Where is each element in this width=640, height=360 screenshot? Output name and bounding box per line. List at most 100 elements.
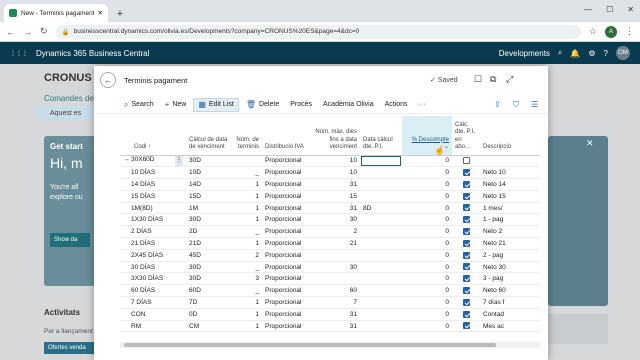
cell-calc-discount-credit[interactable]	[452, 225, 480, 239]
cell-installments[interactable]: 1	[232, 178, 262, 191]
cell-code[interactable]: 30 DÍAS	[120, 261, 186, 274]
cell-calc-discount-credit[interactable]	[452, 272, 480, 286]
cell-discount-pct[interactable]: 0	[402, 284, 452, 298]
cell-due-date-calc[interactable]: 7D	[186, 296, 232, 309]
forward-icon[interactable]: →	[23, 27, 32, 37]
cell-due-date-calc[interactable]: 30D	[186, 272, 232, 286]
cell-due-date-calc[interactable]: 0D	[186, 308, 232, 321]
table-row[interactable]: 30 DÍAS 30D _ Proporcional 30 0 Neto 30	[120, 261, 540, 274]
cell-discount-date-calc[interactable]: 8D	[360, 202, 402, 215]
cell-due-date-calc[interactable]: 21D	[186, 237, 232, 250]
cell-description[interactable]: 1 - pag	[480, 213, 540, 227]
checkbox[interactable]	[462, 204, 470, 212]
cell-installments[interactable]: 3	[232, 272, 262, 286]
more-options-icon[interactable]: ···	[415, 98, 430, 112]
cell-vat-distribution[interactable]: Proporcional	[262, 178, 312, 191]
role-menu-item[interactable]: Comandes de v	[44, 94, 100, 103]
cell-installments[interactable]: _	[232, 225, 262, 239]
cell-discount-pct[interactable]: 0	[402, 261, 452, 274]
table-row[interactable]: CON 0D 1 Proporcional 31 0 Contad	[120, 308, 540, 321]
cell-description[interactable]: Neto 10	[480, 166, 540, 180]
cell-code[interactable]: 7 DÍAS	[120, 296, 186, 309]
cell-discount-pct[interactable]: 0	[402, 166, 452, 180]
cell-vat-distribution[interactable]: Proporcional	[262, 296, 312, 309]
expand-icon[interactable]: ⤢	[506, 74, 513, 85]
cell-description[interactable]	[480, 155, 540, 168]
checkbox[interactable]	[462, 322, 470, 330]
cell-description[interactable]: 3 - pag	[480, 272, 540, 286]
cell-calc-discount-credit[interactable]	[452, 320, 480, 333]
cell-discount-date-calc[interactable]	[360, 320, 402, 333]
cell-discount-pct[interactable]: 0	[402, 272, 452, 286]
checkbox[interactable]	[462, 251, 470, 259]
cell-calc-discount-credit[interactable]	[452, 261, 480, 274]
col-header-installments[interactable]: Núm. de terminis	[232, 116, 262, 156]
cell-description[interactable]: Neto 14	[480, 178, 540, 191]
table-row[interactable]: 60 DÍAS 60D _ Proporcional 60 0 Neto 60	[120, 284, 540, 298]
cell-calc-discount-credit[interactable]	[452, 155, 480, 168]
checkbox[interactable]	[462, 275, 470, 283]
cell-discount-date-calc[interactable]	[360, 261, 402, 274]
cell-installments[interactable]: _	[232, 261, 262, 274]
bookmark-icon[interactable]: ☐	[474, 74, 482, 85]
col-header-max-days[interactable]: Núm. màx. dies fins a data venciment	[312, 116, 360, 156]
cell-vat-distribution[interactable]: Proporcional	[262, 213, 312, 227]
col-header-description[interactable]: Descripció	[480, 116, 540, 156]
cell-max-days[interactable]: 21	[312, 237, 360, 250]
cell-discount-date-calc[interactable]	[360, 190, 402, 203]
cell-discount-date-calc[interactable]	[360, 213, 402, 227]
gear-icon[interactable]: ⚙	[588, 49, 595, 58]
cell-description[interactable]: 1 mes/	[480, 202, 540, 215]
cell-description[interactable]: Neto 21	[480, 237, 540, 250]
cell-due-date-calc[interactable]: 2D	[186, 225, 232, 239]
table-row[interactable]: RM CM 1 Proporcional 31 0 Mes ac	[120, 320, 540, 333]
edit-list-button[interactable]: ▦ Edit List	[193, 97, 239, 112]
actions-menu[interactable]: Actions	[381, 98, 412, 112]
cell-due-date-calc[interactable]: 30D	[186, 213, 232, 227]
academy-menu[interactable]: Acadèmia Olivia	[319, 98, 378, 112]
cell-discount-date-calc[interactable]	[360, 284, 402, 298]
cell-calc-discount-credit[interactable]	[452, 202, 480, 215]
cell-vat-distribution[interactable]: Proporcional	[262, 320, 312, 333]
col-header-calc-discount-credit[interactable]: Càlc. dte. P.I. en abo...	[452, 116, 480, 156]
cell-vat-distribution[interactable]: Proporcional	[262, 166, 312, 180]
col-header-discount-date-calc[interactable]: Data càlcul dte. P.I.	[360, 116, 402, 156]
cell-max-days[interactable]: 30	[312, 213, 360, 227]
table-row[interactable]: 15 DÍAS 15D 1 Proporcional 15 0 Neto 15	[120, 190, 540, 203]
cell-installments[interactable]: 1	[232, 296, 262, 309]
checkbox[interactable]	[462, 192, 470, 200]
list-view-icon[interactable]: ☰	[531, 100, 538, 110]
scrollbar-thumb[interactable]	[124, 343, 496, 347]
process-menu[interactable]: Procés	[286, 98, 316, 112]
table-row[interactable]: 2X45 DÍAS 45D 2 Proporcional 0 2 - pag	[120, 249, 540, 262]
cell-calc-discount-credit[interactable]	[452, 213, 480, 227]
cell-vat-distribution[interactable]: Proporcional	[262, 202, 312, 215]
cell-due-date-calc[interactable]: CM	[186, 320, 232, 333]
search-button[interactable]: ⌕ Search	[120, 98, 158, 112]
table-row[interactable]: →30X60D ⋮ 30D Proporcional 10 0	[120, 155, 540, 168]
table-row[interactable]: 14 DÍAS 14D 1 Proporcional 31 0 Neto 14	[120, 178, 540, 191]
table-row[interactable]: 1M(8D) 1M 1 Proporcional 31 8D 0 1 mes/	[120, 202, 540, 215]
cell-installments[interactable]: 1	[232, 202, 262, 215]
cell-due-date-calc[interactable]: 45D	[186, 249, 232, 262]
cell-max-days[interactable]: 31	[312, 178, 360, 191]
cell-code[interactable]: 10 DÍAS	[120, 166, 186, 180]
checkbox[interactable]	[462, 169, 470, 177]
cell-discount-date-calc[interactable]	[360, 155, 402, 168]
cell-description[interactable]: Mes ac	[480, 320, 540, 333]
cell-description[interactable]: Neto 2	[480, 225, 540, 239]
cell-discount-pct[interactable]: 0	[402, 308, 452, 321]
cell-calc-discount-credit[interactable]	[452, 166, 480, 180]
url-field[interactable]: 🔒 businesscentral.dynamics.com/olivia.es…	[55, 24, 581, 39]
cell-calc-discount-credit[interactable]	[452, 178, 480, 191]
cell-discount-date-calc[interactable]	[360, 249, 402, 262]
filter-icon[interactable]: ⛉	[513, 100, 519, 110]
close-banner-icon[interactable]: ✕	[586, 138, 594, 149]
table-row[interactable]: 7 DÍAS 7D 1 Proporcional 7 0 7 días f	[120, 296, 540, 309]
cell-discount-pct[interactable]: 0	[402, 320, 452, 333]
cell-due-date-calc[interactable]: 1M	[186, 202, 232, 215]
cell-description[interactable]: Neto 15	[480, 190, 540, 203]
new-button[interactable]: + New	[161, 98, 191, 112]
checkbox[interactable]	[462, 180, 470, 188]
maximize-icon[interactable]: ☐	[606, 5, 613, 14]
